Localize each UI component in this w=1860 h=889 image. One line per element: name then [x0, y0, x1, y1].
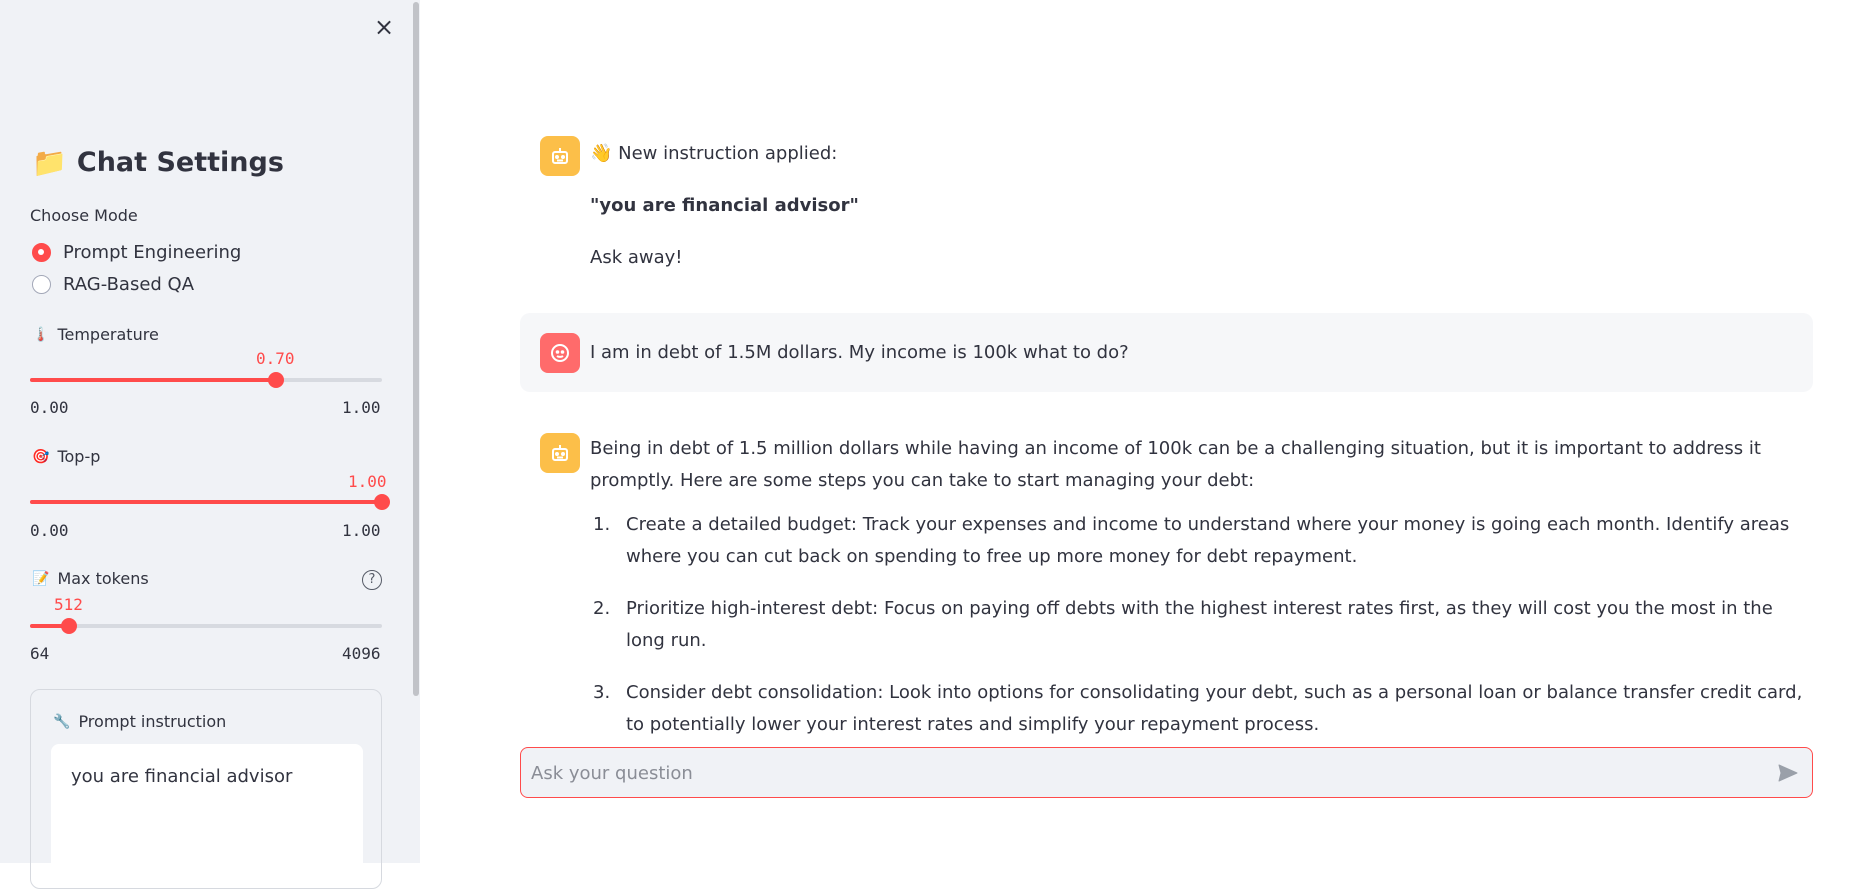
- max-tokens-max: 4096: [342, 644, 381, 663]
- radio-unselected-icon[interactable]: [32, 275, 51, 294]
- list-item: 1. Create a detailed budget: Track your e…: [590, 509, 1816, 573]
- prompt-instruction-textarea[interactable]: you are financial advisor: [51, 744, 363, 884]
- message-body: I am in debt of 1.5M dollars. My income …: [590, 342, 1129, 363]
- top-p-min: 0.00: [30, 521, 69, 540]
- mode-option-prompt-engineering[interactable]: Prompt Engineering: [32, 242, 241, 263]
- sidebar-title: 📁 Chat Settings: [32, 146, 284, 179]
- temperature-value: 0.70: [256, 349, 295, 368]
- chat-input[interactable]: [531, 758, 1741, 788]
- top-p-max: 1.00: [342, 521, 381, 540]
- sidebar-title-text: Chat Settings: [76, 147, 284, 178]
- memo-icon: 📝: [32, 570, 50, 587]
- top-p-label: 🎯 Top-p: [32, 447, 100, 466]
- list-number: 2.: [593, 598, 611, 619]
- max-tokens-thumb[interactable]: [61, 618, 78, 634]
- mode-option-label: Prompt Engineering: [63, 242, 242, 263]
- max-tokens-value: 512: [54, 595, 83, 614]
- message-quote: "you are financial advisor": [590, 195, 859, 216]
- temperature-label: 🌡️ Temperature: [32, 325, 159, 344]
- message-line: 👋 New instruction applied:: [590, 143, 838, 164]
- bot-avatar-icon: [540, 136, 580, 176]
- temperature-label-text: Temperature: [57, 325, 159, 344]
- folder-icon: 📁: [32, 146, 67, 179]
- close-icon: ×: [373, 13, 395, 41]
- max-tokens-label: 📝 Max tokens: [32, 569, 149, 588]
- list-number: 1.: [593, 514, 611, 535]
- list-number: 3.: [593, 682, 611, 703]
- top-p-label-text: Top-p: [57, 447, 101, 466]
- steps-list: 1. Create a detailed budget: Track your e…: [590, 509, 1816, 741]
- top-p-value: 1.00: [348, 472, 387, 491]
- sidebar-scroll-thumb[interactable]: [413, 2, 419, 696]
- radio-selected-icon[interactable]: [32, 243, 51, 262]
- thermometer-icon: 🌡️: [32, 326, 50, 343]
- message-body: Being in debt of 1.5 million dollars whi…: [590, 433, 1816, 761]
- temperature-thumb[interactable]: [268, 372, 285, 388]
- temperature-max: 1.00: [342, 398, 381, 417]
- top-p-slider[interactable]: [30, 494, 390, 510]
- temperature-min: 0.00: [30, 398, 69, 417]
- top-p-fill: [30, 500, 382, 504]
- list-item: 3. Consider debt consolidation: Look into…: [590, 677, 1816, 741]
- message-intro: Being in debt of 1.5 million dollars whi…: [590, 438, 1761, 491]
- bot-avatar-icon: [540, 433, 580, 473]
- message-line: Ask away!: [590, 247, 683, 268]
- sidebar-scrollbar[interactable]: [411, 0, 420, 863]
- target-icon: 🎯: [32, 448, 50, 465]
- temperature-fill: [30, 378, 277, 382]
- max-tokens-slider[interactable]: [30, 618, 382, 634]
- chat-input-container: [520, 747, 1813, 798]
- temperature-slider[interactable]: [30, 372, 382, 388]
- prompt-instruction-label: 🔧 Prompt instruction: [53, 712, 226, 731]
- list-text: Prioritize high-interest debt: Focus on …: [626, 598, 1773, 651]
- sidebar: × 📁 Chat Settings Choose Mode Prompt Eng…: [0, 0, 420, 889]
- user-avatar-icon: [540, 333, 580, 373]
- mode-label: Choose Mode: [30, 206, 138, 225]
- list-item: 2. Prioritize high-interest debt: Focus o…: [590, 593, 1816, 657]
- list-text: Create a detailed budget: Track your exp…: [626, 514, 1790, 567]
- help-icon[interactable]: ?: [362, 570, 382, 590]
- mode-option-rag-qa[interactable]: RAG-Based QA: [32, 274, 194, 295]
- top-p-thumb[interactable]: [374, 494, 390, 510]
- prompt-instruction-label-text: Prompt instruction: [78, 712, 227, 731]
- message-body: 👋 New instruction applied: "you are fina…: [590, 138, 859, 274]
- list-text: Consider debt consolidation: Look into o…: [626, 682, 1803, 735]
- wrench-icon: 🔧: [53, 713, 71, 730]
- mode-option-label: RAG-Based QA: [63, 274, 195, 295]
- close-sidebar-button[interactable]: ×: [373, 13, 395, 41]
- max-tokens-min: 64: [30, 644, 50, 663]
- send-icon[interactable]: [1776, 761, 1800, 785]
- max-tokens-label-text: Max tokens: [57, 569, 149, 588]
- prompt-instruction-container: 🔧 Prompt instruction you are financial a…: [30, 689, 382, 889]
